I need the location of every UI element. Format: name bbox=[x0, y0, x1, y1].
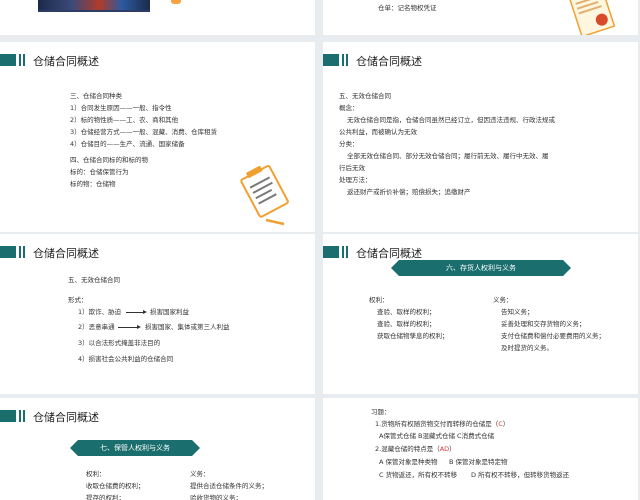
question-text: 2.混藏仓储的特点是（ bbox=[375, 445, 440, 453]
section-heading: 五、无效仓储合同 bbox=[68, 276, 120, 284]
duties-column: 义务： 提供合适仓储条件的义务； 验收货物的义务； bbox=[190, 468, 268, 500]
form-item: 1）欺诈、胁迫 bbox=[78, 308, 122, 316]
rights-label: 权利： bbox=[86, 470, 106, 478]
rights-item: 收取仓储费的权利； bbox=[86, 482, 145, 490]
question-1-options: A保管式仓储 B混藏式仓储 C消费式仓储 bbox=[379, 432, 495, 440]
form-item: 2）恶意串通 bbox=[78, 323, 115, 331]
header-bars bbox=[323, 246, 349, 258]
question-2-option-d: D 所有权不转移，但转移货物返还 bbox=[471, 471, 570, 479]
rights-column: 权利： 查验、取样的权利； 查验、取样的权利； 获取仓储物孳息的权利； bbox=[369, 294, 449, 342]
answer-text: AD bbox=[439, 445, 450, 453]
header-bars bbox=[323, 54, 349, 66]
form-item: 4）损害社会公共利益的仓储合同 bbox=[78, 355, 174, 363]
header-bars bbox=[0, 246, 26, 258]
question-1: 1.货物所有权随货物交付而转移的仓储是（C） bbox=[375, 418, 509, 430]
cover-image-edge bbox=[38, 10, 150, 12]
body-line: 行后无效 bbox=[339, 164, 365, 172]
slide-invalid-contracts: 仓储合同概述 五、无效仓储合同 概念： 无效仓储合同是指，仓储合同虽然已经订立，… bbox=[323, 42, 638, 232]
question-2: 2.混藏仓储的特点是（AD） bbox=[375, 443, 456, 455]
question-text-end: ） bbox=[449, 445, 456, 453]
header-bars bbox=[0, 54, 26, 66]
warehouse-receipt-text: 仓单：记名物权凭证 bbox=[378, 4, 437, 12]
certificate-icon bbox=[568, 0, 616, 35]
body-line: 1）合同发生原因——一般、指令性 bbox=[70, 104, 172, 112]
slide-top-left bbox=[0, 0, 315, 35]
slide-body: 三、仓储合同种类 1）合同发生原因——一般、指令性 2）标的物性质——工、农、商… bbox=[70, 90, 217, 190]
body-line: 公共利益，而被确认为无效 bbox=[339, 128, 417, 136]
duties-item: 支付仓储费和偿付必要费用的义务； bbox=[501, 332, 605, 340]
slide-title: 仓储合同概述 bbox=[33, 55, 99, 68]
slide-invalid-forms: 仓储合同概述 五、无效仓储合同 形式： 1）欺诈、胁迫 损害国家利益 2）恶意串… bbox=[0, 234, 315, 394]
form-result: 损害国家、集体或第三人利益 bbox=[145, 323, 230, 331]
rights-item: 查验、取样的权利； bbox=[377, 320, 436, 328]
slide-title: 仓储合同概述 bbox=[356, 247, 422, 260]
body-line: 3）仓储经营方式——一般、混藏、消费、仓库租赁 bbox=[70, 128, 218, 136]
form-label: 形式： bbox=[68, 296, 88, 304]
rights-column: 权利： 收取仓储费的权利； 提存的权利； bbox=[86, 468, 145, 500]
duties-item: 验收货物的义务； bbox=[190, 494, 242, 500]
question-2-option-b: B 保管对象是特定物 bbox=[449, 458, 508, 466]
body-line: 标的物：仓储物 bbox=[70, 180, 116, 188]
form-item: 3）以合法形式掩盖非法目的 bbox=[78, 339, 161, 347]
question-2-option-c: C 货物返还，所有权不转移 bbox=[379, 471, 458, 479]
body-line: 五、无效仓储合同 bbox=[339, 92, 391, 100]
slide-depositor-rights: 仓储合同概述 六、存货人权利与义务 权利： 查验、取样的权利； 查验、取样的权利… bbox=[323, 234, 638, 394]
slide-body: 五、无效仓储合同 概念： 无效仓储合同是指，仓储合同虽然已经订立，但因违法违规、… bbox=[339, 90, 555, 198]
slide-exercises: 习题： 1.货物所有权随货物交付而转移的仓储是（C） A保管式仓储 B混藏式仓储… bbox=[323, 398, 638, 500]
duties-item: 及时提货的义务。 bbox=[501, 344, 553, 352]
body-line: 三、仓储合同种类 bbox=[70, 92, 122, 100]
section-banner: 六、存货人权利与义务 bbox=[391, 260, 571, 276]
body-line: 四、仓储合同标的和标的物 bbox=[70, 156, 148, 164]
rights-item: 查验、取样的权利； bbox=[377, 308, 436, 316]
duties-item: 提供合适仓储条件的义务； bbox=[190, 482, 268, 490]
body-line: 概念： bbox=[339, 104, 359, 112]
question-2-option-a: A 保管对象是种类物 bbox=[379, 458, 438, 466]
slide-title: 仓储合同概述 bbox=[33, 247, 99, 260]
body-line: 无效仓储合同是指，仓储合同虽然已经订立，但因违法违规、行政法规或 bbox=[347, 116, 555, 124]
body-line: 4）仓储目的——生产、流通、国家储备 bbox=[70, 140, 185, 148]
rights-item: 提存的权利； bbox=[86, 494, 125, 500]
clipboard-icon bbox=[240, 165, 289, 226]
rights-label: 权利： bbox=[369, 296, 389, 304]
question-text-end: ） bbox=[502, 420, 510, 428]
arrow-icon bbox=[118, 325, 141, 329]
body-line: 分类： bbox=[339, 140, 359, 148]
arrow-icon bbox=[126, 310, 147, 314]
exercise-heading: 习题： bbox=[371, 408, 391, 416]
slide-title: 仓储合同概述 bbox=[33, 411, 99, 424]
duties-label: 义务： bbox=[190, 470, 210, 478]
slide-keeper-rights: 仓储合同概述 七、保管人权利与义务 权利： 收取仓储费的权利； 提存的权利； 义… bbox=[0, 398, 315, 500]
rights-item: 获取仓储物孳息的权利； bbox=[377, 332, 449, 340]
body-line: 全部无效仓储合同、部分无效仓储合同；履行前无效、履行中无效、履 bbox=[347, 152, 549, 160]
form-result: 损害国家利益 bbox=[150, 308, 189, 316]
body-line: 返还财产或折价补偿；赔偿损失；追缴财产 bbox=[347, 188, 471, 196]
duties-item: 妥善处理和交存货物的义务； bbox=[501, 320, 586, 328]
slide-contract-types: 仓储合同概述 三、仓储合同种类 1）合同发生原因——一般、指令性 2）标的物性质… bbox=[0, 42, 315, 232]
body-line: 处理方法： bbox=[339, 176, 372, 184]
duties-column: 义务： 告知义务； 妥善处理和交存货物的义务； 支付仓储费和偿付必要费用的义务；… bbox=[493, 294, 605, 354]
orange-tab bbox=[171, 0, 181, 4]
section-banner: 七、保管人权利与义务 bbox=[70, 440, 200, 456]
duties-item: 告知义务； bbox=[501, 308, 534, 316]
slide-top-right: 仓单：记名物权凭证 bbox=[323, 0, 638, 35]
body-line: 标的：仓储保管行为 bbox=[70, 168, 129, 176]
body-line: 2）标的物性质——工、农、商和其他 bbox=[70, 116, 179, 124]
slide-title: 仓储合同概述 bbox=[356, 55, 422, 68]
duties-label: 义务： bbox=[493, 296, 513, 304]
question-text: 1.货物所有权随货物交付而转移的仓储是（ bbox=[375, 420, 499, 428]
header-bars bbox=[0, 410, 26, 422]
